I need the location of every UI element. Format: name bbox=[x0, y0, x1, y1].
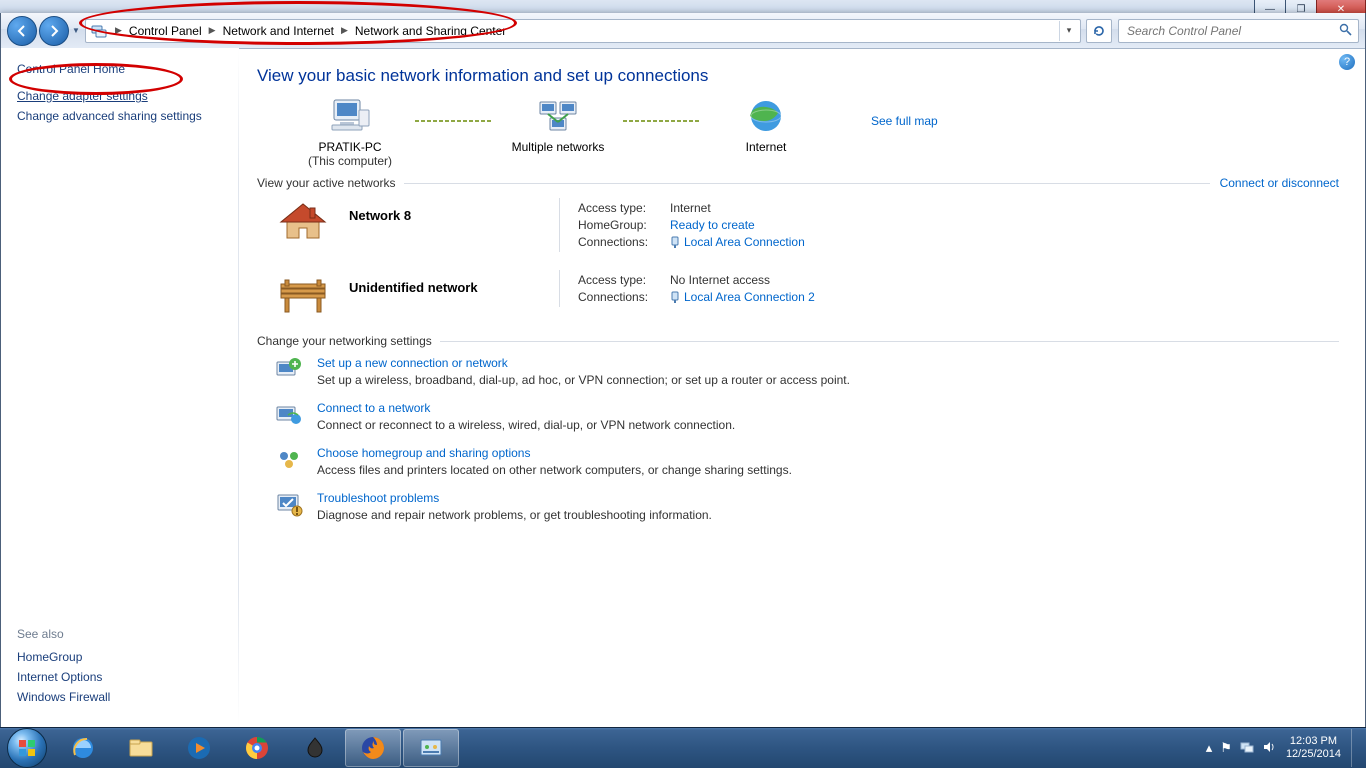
change-settings-heading: Change your networking settings bbox=[257, 334, 440, 348]
taskbar-ie[interactable] bbox=[55, 729, 111, 767]
bench-network-icon bbox=[275, 270, 331, 316]
task-homegroup[interactable]: Choose homegroup and sharing optionsAcce… bbox=[275, 446, 1339, 477]
troubleshoot-icon bbox=[275, 491, 303, 517]
taskbar-chrome[interactable] bbox=[229, 729, 285, 767]
back-button[interactable] bbox=[7, 16, 37, 46]
task-connect-network[interactable]: Connect to a networkConnect or reconnect… bbox=[275, 401, 1339, 432]
taskbar-app-flame[interactable] bbox=[287, 729, 343, 767]
see-also-windows-firewall[interactable]: Windows Firewall bbox=[17, 689, 110, 705]
tray-clock[interactable]: 12:03 PM12/25/2014 bbox=[1286, 735, 1341, 761]
taskbar-explorer[interactable] bbox=[113, 729, 169, 767]
show-desktop-button[interactable] bbox=[1351, 729, 1360, 767]
active-networks-heading: View your active networks bbox=[257, 176, 404, 190]
chevron-right-icon: ▶ bbox=[110, 25, 127, 36]
active-network-row: Network 8 Access type:Internet HomeGroup… bbox=[275, 198, 1339, 252]
local-area-connection-link[interactable]: Local Area Connection bbox=[670, 235, 805, 249]
network-center-icon bbox=[91, 23, 107, 39]
see-also-heading: See also bbox=[17, 627, 110, 641]
breadcrumb-network[interactable]: Network and Internet bbox=[221, 24, 336, 38]
control-panel-home-link[interactable]: Control Panel Home bbox=[17, 62, 227, 76]
tray-flag-icon[interactable]: ⚑ bbox=[1220, 740, 1232, 756]
active-network-row: Unidentified network Access type:No Inte… bbox=[275, 270, 1339, 316]
local-area-connection-2-link[interactable]: Local Area Connection 2 bbox=[670, 290, 815, 304]
map-node-internet[interactable]: Internet bbox=[701, 96, 831, 168]
network-name[interactable]: Network 8 bbox=[349, 208, 559, 223]
change-advanced-sharing-link[interactable]: Change advanced sharing settings bbox=[17, 108, 227, 124]
breadcrumb-root[interactable]: Control Panel bbox=[127, 24, 204, 38]
task-setup-connection[interactable]: Set up a new connection or networkSet up… bbox=[275, 356, 1339, 387]
start-button[interactable] bbox=[0, 728, 54, 768]
map-node-multiple-networks[interactable]: Multiple networks bbox=[493, 96, 623, 168]
task-troubleshoot[interactable]: Troubleshoot problemsDiagnose and repair… bbox=[275, 491, 1339, 522]
new-connection-icon bbox=[275, 356, 303, 382]
see-also-section: See also HomeGroup Internet Options Wind… bbox=[17, 627, 110, 709]
internet-icon bbox=[742, 96, 790, 138]
tray-show-hidden-icon[interactable]: ▴ bbox=[1206, 740, 1213, 756]
networks-icon bbox=[534, 96, 582, 138]
taskbar-media-player[interactable] bbox=[171, 729, 227, 767]
search-input[interactable] bbox=[1125, 23, 1339, 39]
navigation-toolbar: ▼ ▶ Control Panel ▶ Network and Internet… bbox=[1, 13, 1365, 49]
breadcrumb-leaf[interactable]: Network and Sharing Center bbox=[353, 24, 508, 38]
history-dropdown[interactable]: ▼ bbox=[71, 18, 81, 44]
page-title: View your basic network information and … bbox=[257, 66, 1339, 86]
network-map: PRATIK-PC (This computer) Multiple netwo… bbox=[285, 96, 1339, 168]
chevron-right-icon: ▶ bbox=[204, 25, 221, 36]
connect-disconnect-link[interactable]: Connect or disconnect bbox=[1220, 176, 1339, 190]
search-box[interactable] bbox=[1118, 19, 1359, 43]
homegroup-icon bbox=[275, 446, 303, 472]
system-tray[interactable]: ▴ ⚑ 12:03 PM12/25/2014 bbox=[1206, 729, 1366, 767]
tray-volume-icon[interactable] bbox=[1262, 740, 1276, 757]
map-node-this-pc[interactable]: PRATIK-PC (This computer) bbox=[285, 96, 415, 168]
taskbar-control-panel[interactable] bbox=[403, 729, 459, 767]
taskbar[interactable]: ▴ ⚑ 12:03 PM12/25/2014 bbox=[0, 727, 1366, 768]
help-icon[interactable]: ? bbox=[1339, 54, 1355, 70]
homegroup-ready-link[interactable]: Ready to create bbox=[670, 218, 755, 232]
ethernet-icon bbox=[670, 236, 680, 248]
window-chrome: — ❐ ✕ bbox=[0, 0, 1366, 13]
change-adapter-settings-link[interactable]: Change adapter settings bbox=[17, 88, 227, 104]
tray-network-icon[interactable] bbox=[1240, 740, 1254, 757]
map-connector bbox=[415, 120, 493, 122]
network-details: Access type:No Internet access Connectio… bbox=[559, 270, 815, 307]
address-bar[interactable]: ▶ Control Panel ▶ Network and Internet ▶… bbox=[85, 19, 1081, 43]
address-dropdown[interactable]: ▾ bbox=[1059, 21, 1078, 41]
computer-icon bbox=[326, 96, 374, 138]
see-also-homegroup[interactable]: HomeGroup bbox=[17, 649, 110, 665]
refresh-button[interactable] bbox=[1086, 19, 1112, 43]
sidebar: Control Panel Home Change adapter settin… bbox=[1, 48, 239, 727]
forward-button[interactable] bbox=[39, 16, 69, 46]
ethernet-icon bbox=[670, 291, 680, 303]
home-network-icon bbox=[275, 198, 331, 244]
search-icon bbox=[1339, 23, 1352, 39]
main-content: ? View your basic network information an… bbox=[239, 48, 1365, 727]
windows-logo-icon bbox=[16, 737, 38, 759]
network-name[interactable]: Unidentified network bbox=[349, 280, 559, 295]
see-full-map-link[interactable]: See full map bbox=[871, 114, 938, 128]
connect-icon bbox=[275, 401, 303, 427]
chevron-right-icon: ▶ bbox=[336, 25, 353, 36]
network-details: Access type:Internet HomeGroup:Ready to … bbox=[559, 198, 805, 252]
taskbar-firefox[interactable] bbox=[345, 729, 401, 767]
map-connector bbox=[623, 120, 701, 122]
see-also-internet-options[interactable]: Internet Options bbox=[17, 669, 110, 685]
explorer-window: ▼ ▶ Control Panel ▶ Network and Internet… bbox=[0, 13, 1366, 728]
